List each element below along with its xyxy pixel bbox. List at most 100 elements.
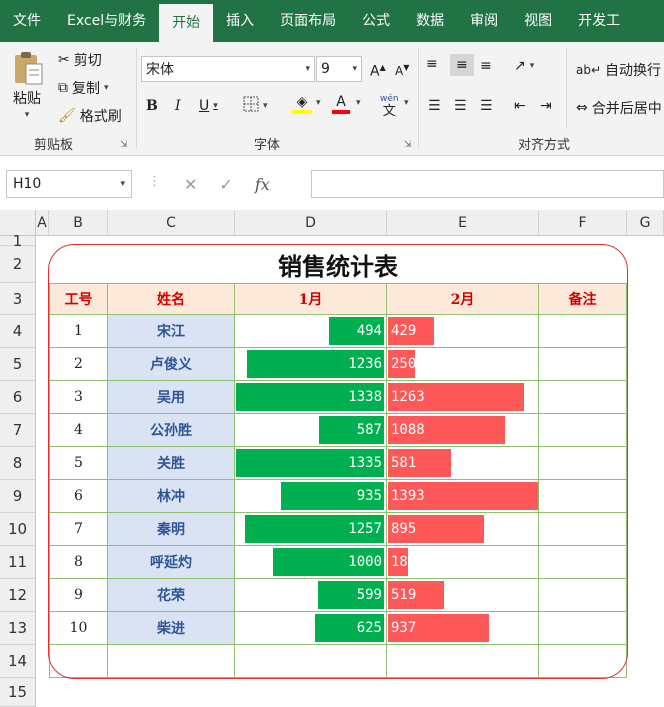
name-cell[interactable]: 吴用 bbox=[108, 381, 235, 414]
row-header-13[interactable]: 13 bbox=[0, 612, 36, 645]
id-cell[interactable]: 10 bbox=[49, 612, 108, 645]
decrease-font-button[interactable]: A▼ bbox=[395, 60, 409, 79]
empty-cell[interactable] bbox=[539, 645, 627, 678]
id-cell[interactable]: 4 bbox=[49, 414, 108, 447]
empty-cell[interactable] bbox=[387, 645, 539, 678]
underline-button[interactable]: U ▾ bbox=[199, 98, 218, 114]
row-header-5[interactable]: 5 bbox=[0, 348, 36, 381]
row-header-14[interactable]: 14 bbox=[0, 645, 36, 678]
remarks-cell[interactable] bbox=[539, 315, 627, 348]
id-cell[interactable]: 2 bbox=[49, 348, 108, 381]
table-header-cell[interactable]: 姓名 bbox=[108, 283, 235, 315]
phonetic-button[interactable]: wén 文 bbox=[380, 94, 399, 120]
feb-bar-cell[interactable]: 895 bbox=[387, 513, 539, 546]
tab-0[interactable]: 文件 bbox=[0, 0, 54, 42]
phonetic-dropdown[interactable]: ▾ bbox=[404, 98, 409, 108]
feb-bar-cell[interactable]: 1393 bbox=[387, 480, 539, 513]
cancel-icon[interactable]: ✕ bbox=[184, 175, 197, 194]
row-header-11[interactable]: 11 bbox=[0, 546, 36, 579]
row-header-12[interactable]: 12 bbox=[0, 579, 36, 612]
tab-6[interactable]: 数据 bbox=[403, 0, 457, 42]
feb-bar-cell[interactable]: 250 bbox=[387, 348, 539, 381]
row-header-3[interactable]: 3 bbox=[0, 283, 36, 315]
jan-bar-cell[interactable]: 1236 bbox=[235, 348, 387, 381]
table-header-cell[interactable]: 1月 bbox=[235, 283, 387, 315]
remarks-cell[interactable] bbox=[539, 546, 627, 579]
format-painter-button[interactable]: 🖌 格式刷 bbox=[58, 106, 122, 126]
table-header-cell[interactable]: 备注 bbox=[539, 283, 627, 315]
table-header-cell[interactable]: 2月 bbox=[387, 283, 539, 315]
remarks-cell[interactable] bbox=[539, 513, 627, 546]
jan-bar-cell[interactable]: 1257 bbox=[235, 513, 387, 546]
feb-bar-cell[interactable]: 1263 bbox=[387, 381, 539, 414]
remarks-cell[interactable] bbox=[539, 414, 627, 447]
empty-cell[interactable] bbox=[108, 645, 235, 678]
fill-color-button[interactable]: ◈ bbox=[292, 94, 312, 114]
name-cell[interactable]: 柴进 bbox=[108, 612, 235, 645]
column-header-B[interactable]: B bbox=[49, 210, 108, 236]
confirm-icon[interactable]: ✓ bbox=[219, 175, 232, 194]
empty-cell[interactable] bbox=[235, 645, 387, 678]
feb-bar-cell[interactable]: 1088 bbox=[387, 414, 539, 447]
align-middle-button[interactable]: ≡ bbox=[450, 54, 474, 76]
remarks-cell[interactable] bbox=[539, 612, 627, 645]
row-header-9[interactable]: 9 bbox=[0, 480, 36, 513]
increase-font-button[interactable]: A▲ bbox=[370, 60, 386, 80]
feb-bar-cell[interactable]: 429 bbox=[387, 315, 539, 348]
row-header-8[interactable]: 8 bbox=[0, 447, 36, 480]
feb-bar-cell[interactable]: 519 bbox=[387, 579, 539, 612]
wrap-text-button[interactable]: ab↵ 自动换行 bbox=[576, 60, 661, 80]
insert-function-button[interactable]: fx bbox=[255, 175, 270, 194]
name-cell[interactable]: 公孙胜 bbox=[108, 414, 235, 447]
row-header-7[interactable]: 7 bbox=[0, 414, 36, 447]
clipboard-launcher-icon[interactable]: ⇲ bbox=[120, 140, 128, 150]
id-cell[interactable]: 6 bbox=[49, 480, 108, 513]
table-header-cell[interactable]: 工号 bbox=[49, 283, 108, 315]
remarks-cell[interactable] bbox=[539, 447, 627, 480]
feb-bar-cell[interactable]: 18 bbox=[387, 546, 539, 579]
copy-dropdown-icon[interactable]: ▾ bbox=[104, 83, 109, 93]
column-header-A[interactable]: A bbox=[36, 210, 49, 236]
row-header-15[interactable]: 15 bbox=[0, 678, 36, 707]
increase-indent-button[interactable]: ⇥ bbox=[540, 98, 552, 114]
jan-bar-cell[interactable]: 625 bbox=[235, 612, 387, 645]
formula-input[interactable] bbox=[311, 170, 664, 198]
id-cell[interactable]: 7 bbox=[49, 513, 108, 546]
jan-bar-cell[interactable]: 935 bbox=[235, 480, 387, 513]
id-cell[interactable]: 5 bbox=[49, 447, 108, 480]
remarks-cell[interactable] bbox=[539, 579, 627, 612]
name-cell[interactable]: 宋江 bbox=[108, 315, 235, 348]
name-cell[interactable]: 卢俊义 bbox=[108, 348, 235, 381]
column-header-G[interactable]: G bbox=[627, 210, 664, 236]
name-cell[interactable]: 秦明 bbox=[108, 513, 235, 546]
paste-button[interactable]: 粘贴 ▾ bbox=[10, 50, 44, 120]
font-name-select[interactable]: 宋体 ▾ bbox=[141, 56, 315, 82]
name-box[interactable]: H10 ▾ bbox=[6, 170, 132, 198]
font-color-button[interactable]: A bbox=[332, 94, 350, 114]
tab-4[interactable]: 页面布局 bbox=[267, 0, 349, 42]
jan-bar-cell[interactable]: 1335 bbox=[235, 447, 387, 480]
feb-bar-cell[interactable]: 937 bbox=[387, 612, 539, 645]
align-top-button[interactable]: ≡ bbox=[426, 56, 438, 72]
row-header-4[interactable]: 4 bbox=[0, 315, 36, 348]
tab-2[interactable]: 开始 bbox=[159, 4, 214, 42]
column-header-F[interactable]: F bbox=[539, 210, 627, 236]
id-cell[interactable]: 1 bbox=[49, 315, 108, 348]
id-cell[interactable]: 9 bbox=[49, 579, 108, 612]
tab-9[interactable]: 开发工 bbox=[565, 0, 633, 42]
name-cell[interactable]: 呼延灼 bbox=[108, 546, 235, 579]
tab-8[interactable]: 视图 bbox=[511, 0, 565, 42]
remarks-cell[interactable] bbox=[539, 480, 627, 513]
row-header-10[interactable]: 10 bbox=[0, 513, 36, 546]
font-launcher-icon[interactable]: ⇲ bbox=[404, 140, 412, 150]
cut-button[interactable]: ✂ 剪切 bbox=[58, 50, 102, 70]
decrease-indent-button[interactable]: ⇤ bbox=[514, 98, 526, 114]
column-header-D[interactable]: D bbox=[235, 210, 387, 236]
column-header-E[interactable]: E bbox=[387, 210, 539, 236]
row-header-1[interactable]: 1 bbox=[0, 232, 36, 250]
bold-button[interactable]: B bbox=[146, 98, 158, 114]
orientation-button[interactable]: ↗ ▾ bbox=[514, 58, 534, 74]
id-cell[interactable]: 8 bbox=[49, 546, 108, 579]
name-cell[interactable]: 花荣 bbox=[108, 579, 235, 612]
column-header-C[interactable]: C bbox=[108, 210, 235, 236]
